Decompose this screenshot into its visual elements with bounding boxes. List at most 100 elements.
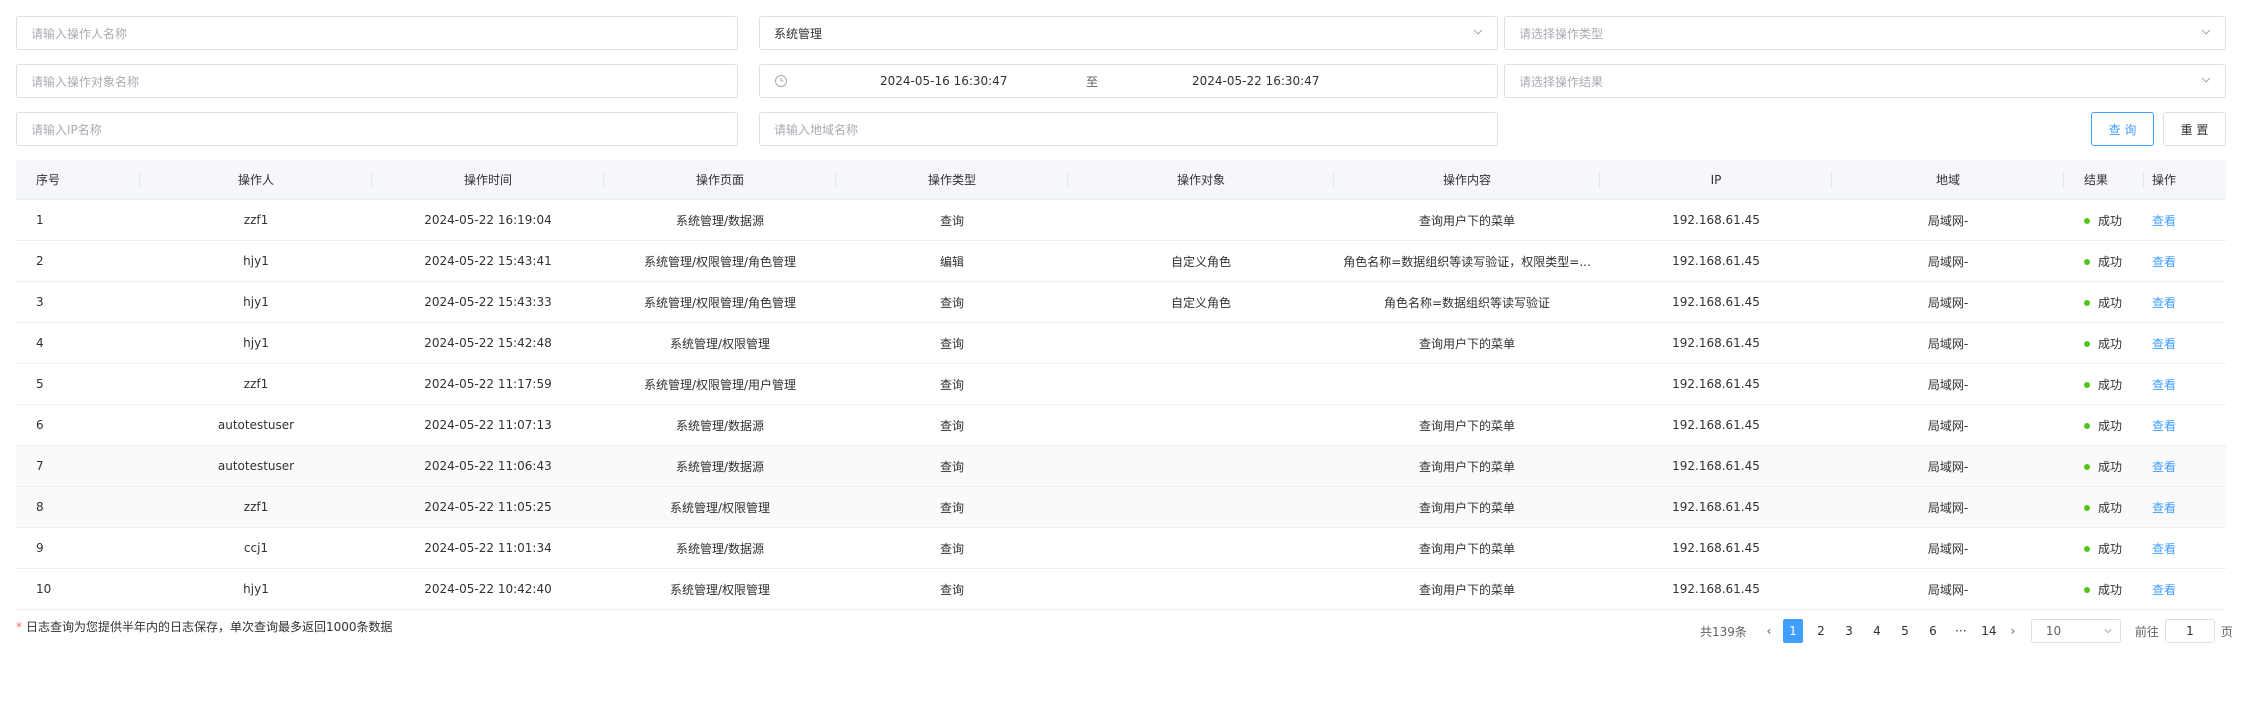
header-index: 序号 — [16, 160, 140, 200]
operator-name-placeholder: 请输入操作人名称 — [31, 26, 128, 41]
page-number[interactable]: 3 — [1839, 619, 1859, 643]
page-size-select[interactable]: 10 — [2030, 619, 2121, 643]
status-label: 成功 — [2098, 418, 2123, 433]
view-link[interactable]: 查看 — [2152, 419, 2176, 433]
cell-result: 成功 — [2064, 335, 2144, 352]
table-row: 9 ccj1 2024-05-22 11:01:34 系统管理/数据源 查询 查询用户下的… — [16, 528, 2226, 569]
header-result: 结果 — [2064, 160, 2144, 200]
cell-operator: autotestuser — [217, 418, 295, 432]
cell-ip: 192.168.61.45 — [1672, 541, 1760, 555]
header-content: 操作内容 — [1334, 160, 1600, 200]
cell-ip: 192.168.61.45 — [1672, 213, 1760, 227]
view-link[interactable]: 查看 — [2152, 296, 2176, 310]
module-select-value: 系统管理 — [774, 26, 823, 41]
cell-op-type: 查询 — [939, 418, 964, 433]
chevron-right-icon[interactable]: › — [2003, 624, 2023, 638]
cell-target: 自定义角色 — [1170, 295, 1231, 310]
view-link[interactable]: 查看 — [2152, 214, 2176, 228]
operator-name-input[interactable]: 请输入操作人名称 — [16, 16, 738, 50]
header-label: 地域 — [1935, 173, 1960, 187]
date-start[interactable]: 2024-05-16 16:30:47 — [880, 74, 1007, 88]
view-link[interactable]: 查看 — [2152, 583, 2176, 597]
cell-operator: hjy1 — [243, 295, 269, 309]
target-name-input[interactable]: 请输入操作对象名称 — [16, 64, 738, 98]
cell-page: 系统管理/权限管理 — [669, 336, 771, 351]
date-range-picker[interactable]: 2024-05-16 16:30:47 至 2024-05-22 16:30:4… — [759, 64, 1498, 98]
cell-region: 局域网- — [1927, 254, 1969, 269]
page-number[interactable]: 14 — [1979, 619, 1999, 643]
cell-content: 查询用户下的菜单 — [1418, 213, 1515, 228]
goto-page-input[interactable]: 1 — [2164, 619, 2215, 643]
filter-row-2: 请输入操作对象名称 2024-05-16 16:30:47 至 2024-05-… — [16, 64, 2226, 98]
header-label: 操作对象 — [1176, 173, 1225, 187]
cell-content: 查询用户下的菜单 — [1418, 459, 1515, 474]
cell-index: 4 — [36, 336, 44, 350]
view-link[interactable]: 查看 — [2152, 501, 2176, 515]
page-ellipsis[interactable]: ··· — [1951, 619, 1971, 643]
ip-placeholder: 请输入IP名称 — [31, 122, 102, 137]
cell-op-type: 查询 — [939, 213, 964, 228]
cell-op-type: 查询 — [939, 377, 964, 392]
module-select[interactable]: 系统管理 — [759, 16, 1498, 50]
table-row: 10 hjy1 2024-05-22 10:42:40 系统管理/权限管理 查询 查询用户… — [16, 569, 2226, 610]
cell-operator: hjy1 — [243, 336, 269, 350]
view-link[interactable]: 查看 — [2152, 460, 2176, 474]
date-end[interactable]: 2024-05-22 16:30:47 — [1192, 74, 1319, 88]
status-label: 成功 — [2098, 541, 2123, 556]
page-number[interactable]: 5 — [1895, 619, 1915, 643]
header-label: 操作内容 — [1442, 173, 1491, 187]
cell-index: 8 — [36, 500, 44, 514]
page-number[interactable]: 4 — [1867, 619, 1887, 643]
view-link[interactable]: 查看 — [2152, 378, 2176, 392]
page-list: 1 2 3 4 5 6 ··· 14 — [1779, 619, 2003, 643]
query-button[interactable]: 查 询 — [2091, 112, 2154, 146]
cell-page: 系统管理/数据源 — [675, 541, 765, 556]
cell-result: 成功 — [2064, 376, 2144, 393]
cell-time: 2024-05-22 11:17:59 — [424, 377, 552, 391]
table-row: 5 zzf1 2024-05-22 11:17:59 系统管理/权限管理/用户管理 查询… — [16, 364, 2226, 405]
header-op-type: 操作类型 — [836, 160, 1068, 200]
page-number[interactable]: 6 — [1923, 619, 1943, 643]
view-link[interactable]: 查看 — [2152, 542, 2176, 556]
header-time: 操作时间 — [372, 160, 604, 200]
page-number[interactable]: 2 — [1811, 619, 1831, 643]
chevron-left-icon[interactable]: ‹ — [1759, 624, 1779, 638]
filter-row-3: 请输入IP名称 请输入地域名称 查 询 重 置 — [16, 112, 2226, 146]
status-dot-icon — [2084, 382, 2090, 388]
page-number[interactable]: 1 — [1782, 619, 1803, 643]
cell-ip: 192.168.61.45 — [1672, 377, 1760, 391]
view-link[interactable]: 查看 — [2152, 337, 2176, 351]
table-row: 3 hjy1 2024-05-22 15:43:33 系统管理/权限管理/角色管理 查询… — [16, 282, 2226, 323]
table-row: 2 hjy1 2024-05-22 15:43:41 系统管理/权限管理/角色管理 编辑… — [16, 241, 2226, 282]
cell-action: 查看 — [2144, 417, 2226, 434]
page-size-value: 10 — [2045, 624, 2062, 638]
cell-ip: 192.168.61.45 — [1672, 500, 1760, 514]
cell-content: 查询用户下的菜单 — [1418, 500, 1515, 515]
result-placeholder: 请选择操作结果 — [1519, 74, 1604, 89]
cell-action: 查看 — [2144, 294, 2226, 311]
region-placeholder: 请输入地域名称 — [774, 122, 859, 137]
cell-ip: 192.168.61.45 — [1672, 295, 1760, 309]
result-select[interactable]: 请选择操作结果 — [1504, 64, 2226, 98]
reset-button[interactable]: 重 置 — [2163, 112, 2226, 146]
cell-ip: 192.168.61.45 — [1672, 459, 1760, 473]
cell-time: 2024-05-22 15:43:41 — [424, 254, 552, 268]
goto-label: 前往 — [2134, 624, 2159, 639]
header-target: 操作对象 — [1068, 160, 1334, 200]
ip-input[interactable]: 请输入IP名称 — [16, 112, 738, 146]
status-dot-icon — [2084, 341, 2090, 347]
cell-result: 成功 — [2064, 458, 2144, 475]
cell-content: 查询用户下的菜单 — [1418, 418, 1515, 433]
region-input[interactable]: 请输入地域名称 — [759, 112, 1498, 146]
table-row: 6 autotestuser 2024-05-22 11:07:13 系统管理/数据源… — [16, 405, 2226, 446]
page-suffix: 页 — [2220, 624, 2233, 639]
cell-result: 成功 — [2064, 294, 2144, 311]
cell-result: 成功 — [2064, 499, 2144, 516]
status-dot-icon — [2084, 259, 2090, 265]
cell-page: 系统管理/权限管理 — [669, 582, 771, 597]
view-link[interactable]: 查看 — [2152, 255, 2176, 269]
cell-index: 1 — [36, 213, 44, 227]
op-type-select[interactable]: 请选择操作类型 — [1504, 16, 2226, 50]
header-label: 操作类型 — [927, 173, 976, 187]
cell-op-type: 查询 — [939, 582, 964, 597]
